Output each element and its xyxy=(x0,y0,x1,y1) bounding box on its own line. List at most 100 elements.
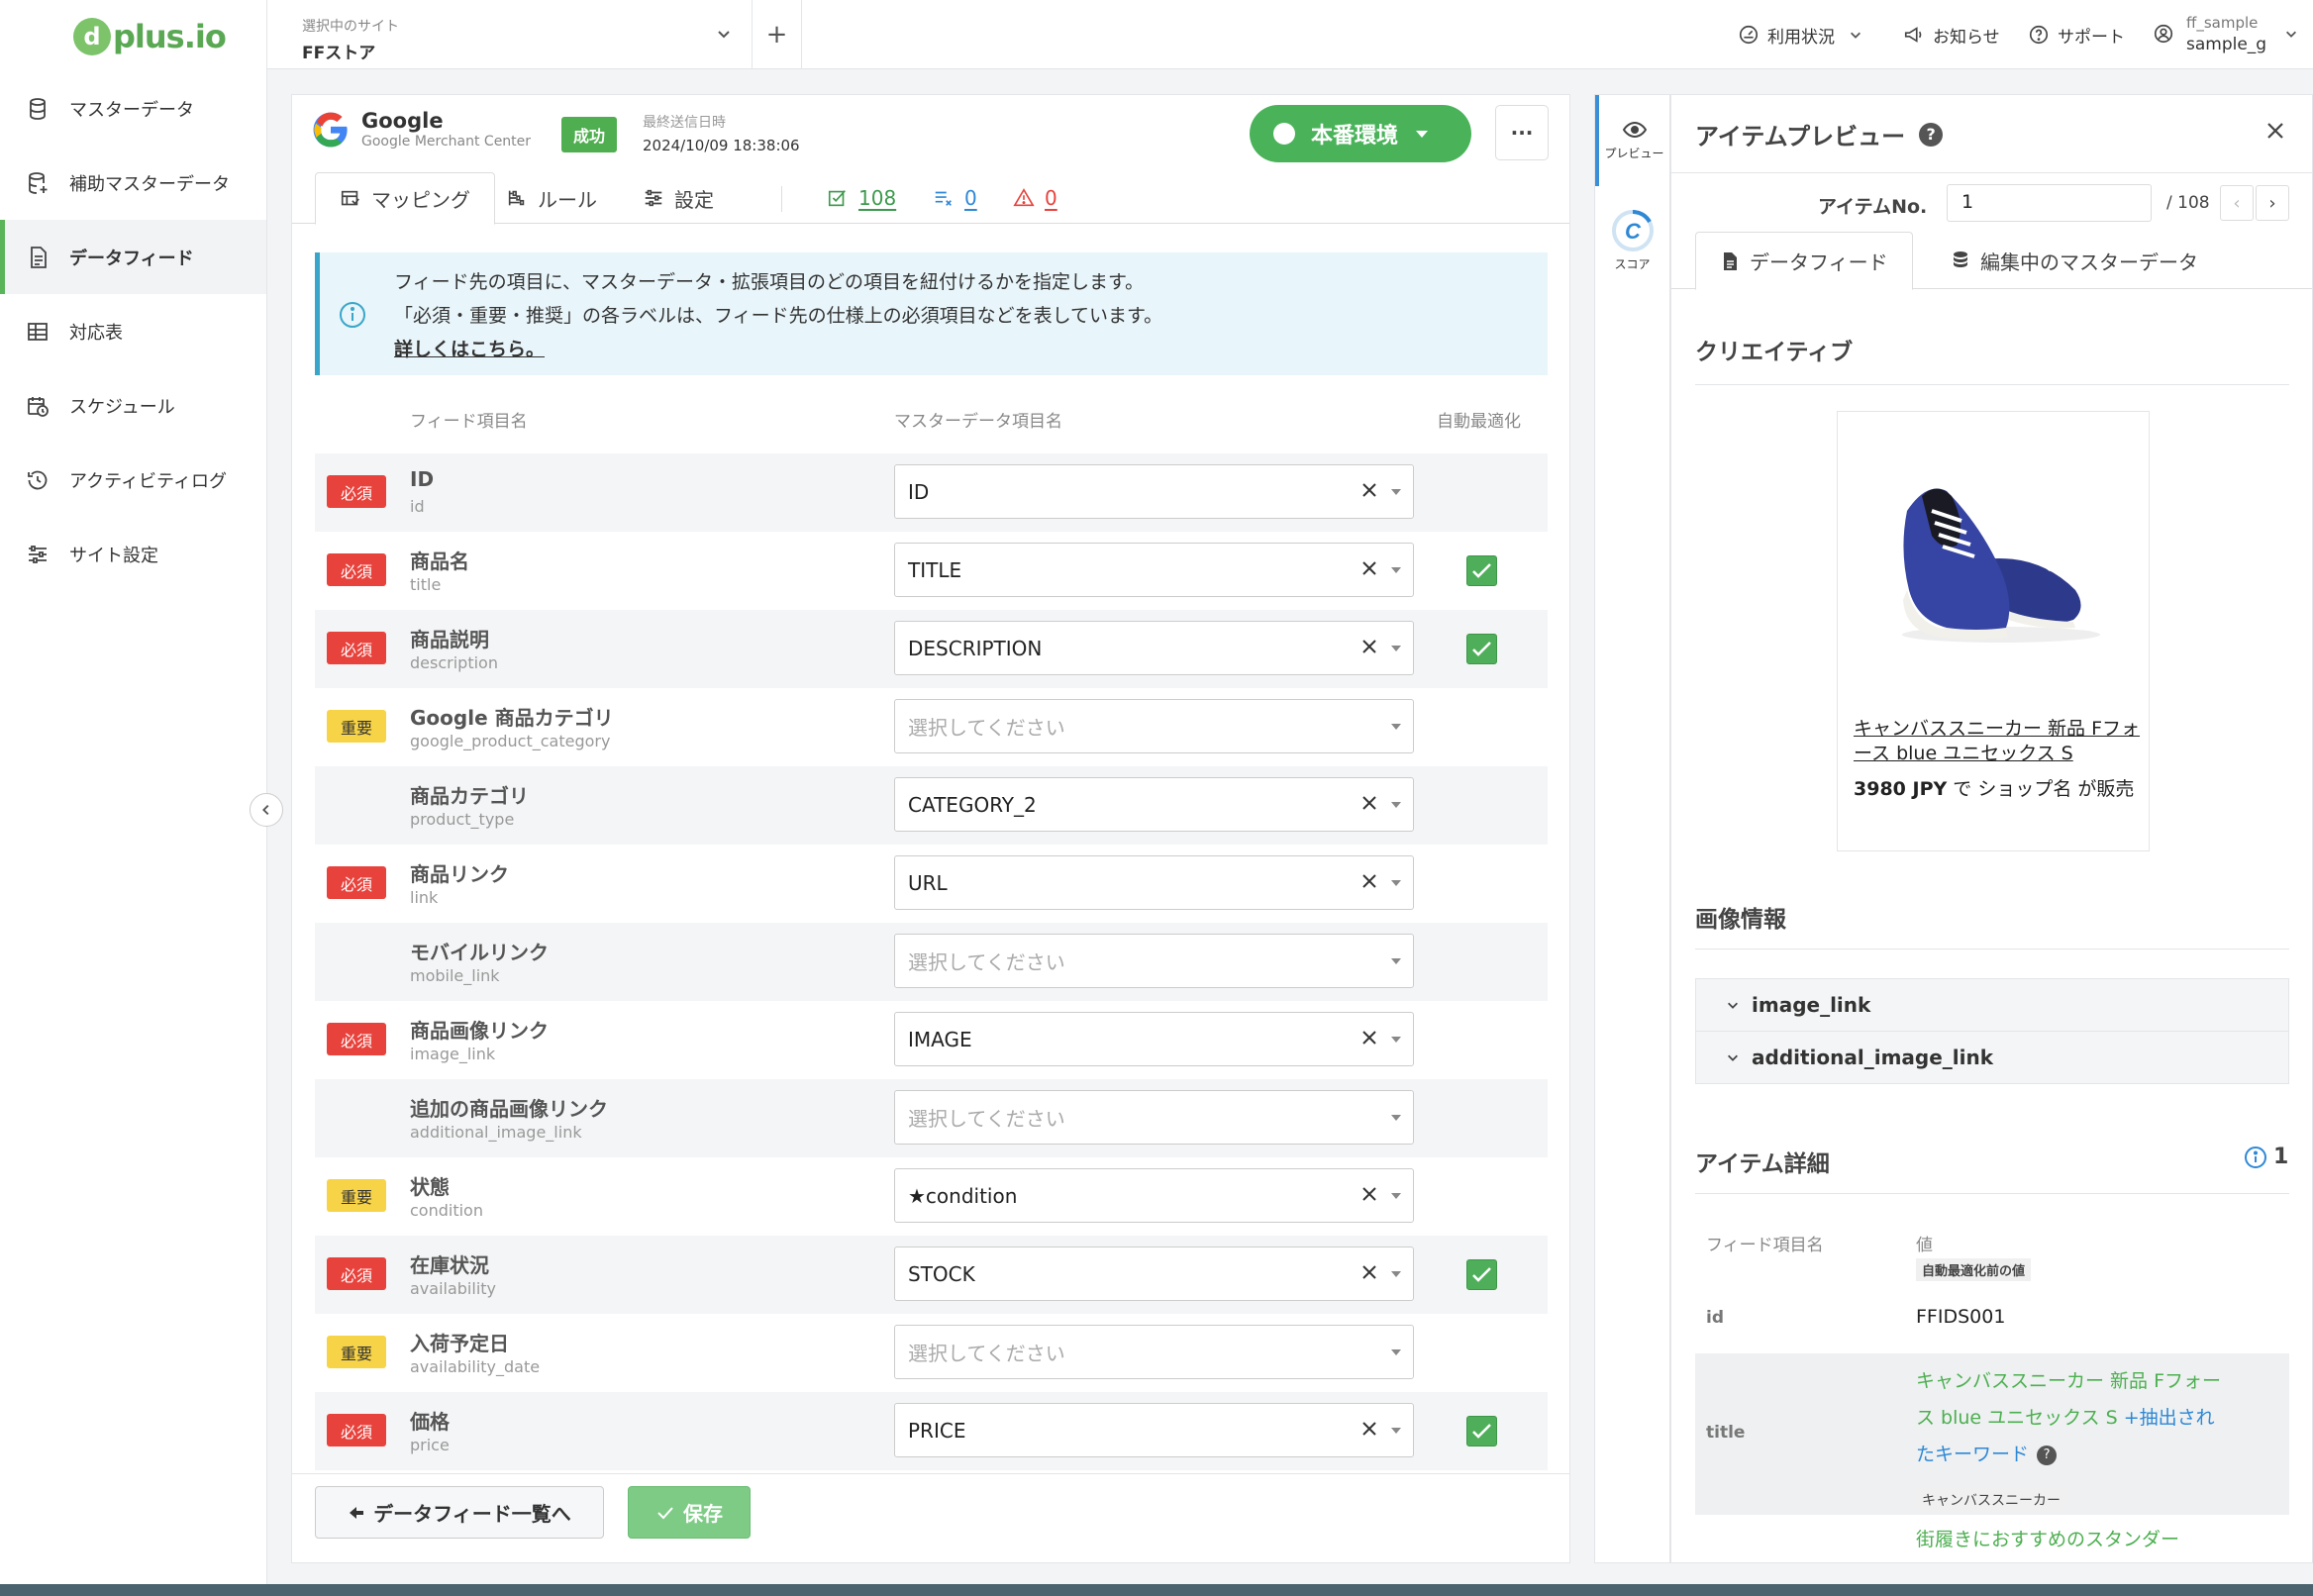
user-menu[interactable]: ff_sample sample_g xyxy=(2153,12,2298,55)
clear-icon[interactable] xyxy=(1361,1421,1377,1437)
sidebar-item-data-feed[interactable]: データフィード xyxy=(0,220,266,294)
clear-icon[interactable] xyxy=(1361,1030,1377,1046)
warning-count: 0 xyxy=(1045,186,1057,210)
site-selector[interactable]: 選択中のサイト FFストア xyxy=(267,0,753,69)
clear-icon[interactable] xyxy=(1361,639,1377,654)
chevron-down-icon xyxy=(1851,32,1860,39)
creative-section-title: クリエイティブ xyxy=(1695,340,1854,365)
sidebar-item-activity-log[interactable]: アクティビティログ xyxy=(0,443,266,517)
requirement-badge: 重要 xyxy=(327,1179,386,1212)
support-link[interactable]: サポート xyxy=(2028,22,2125,48)
feed-item-key: mobile_link xyxy=(410,966,500,985)
next-item-button[interactable]: › xyxy=(2256,185,2289,221)
save-button[interactable]: 保存 xyxy=(628,1486,751,1539)
item-no-input[interactable]: 1 xyxy=(1947,184,2152,222)
prev-item-button[interactable]: ‹ xyxy=(2220,185,2254,221)
more-button[interactable]: ··· xyxy=(1495,105,1549,160)
select-value: 選択してください xyxy=(908,716,1065,740)
clear-icon[interactable] xyxy=(1361,1186,1377,1202)
tab-preview-master[interactable]: 編集中のマスターデータ xyxy=(1951,232,2198,289)
tab-preview-feed[interactable]: データフィード xyxy=(1695,232,1913,290)
title-original-value: キャンバススニーカー xyxy=(1916,1488,2066,1512)
clear-icon[interactable] xyxy=(1361,795,1377,811)
detail-key: title xyxy=(1706,1423,1746,1443)
sidebar-item-schedule[interactable]: スケジュール xyxy=(0,368,266,443)
check-icon xyxy=(1472,642,1491,656)
check-square-icon xyxy=(828,190,846,207)
info-box: フィード先の項目に、マスターデータ・拡張項目のどの項目を紐付けるかを指定します。… xyxy=(315,252,1548,375)
master-item-select[interactable]: TITLE xyxy=(894,543,1414,597)
site-selector-label: 選択中のサイト xyxy=(302,19,399,35)
caret-down-icon xyxy=(1391,646,1401,651)
caret-down-icon xyxy=(1391,724,1401,730)
master-item-select[interactable]: 選択してください xyxy=(894,1090,1414,1145)
database-icon xyxy=(1954,251,1967,267)
tab-rules[interactable]: ルール xyxy=(482,172,621,224)
detail-info-count[interactable]: 1 xyxy=(2244,1145,2288,1169)
score-tool-button[interactable]: C スコア xyxy=(1595,194,1669,285)
detail-table-header: フィード項目名 値 自動最適化前の値 xyxy=(1695,1209,2289,1284)
excluded-count: 0 xyxy=(964,186,977,210)
feed-item-key: additional_image_link xyxy=(410,1123,582,1142)
master-item-select[interactable]: 選択してください xyxy=(894,934,1414,988)
info-icon xyxy=(340,302,365,328)
master-item-select[interactable]: URL xyxy=(894,855,1414,910)
detail-value: 街履きにおすすめのスタンダー xyxy=(1916,1529,2180,1550)
clear-icon[interactable] xyxy=(1361,482,1377,498)
master-item-select[interactable]: 選択してください xyxy=(894,1325,1414,1379)
caret-down-icon xyxy=(1391,1428,1401,1434)
accordion-image-link[interactable]: image_link xyxy=(1695,978,2289,1032)
accordion-additional-image-link[interactable]: additional_image_link xyxy=(1695,1031,2289,1084)
notice-link[interactable]: お知らせ xyxy=(1903,22,2000,48)
megaphone-icon xyxy=(1904,27,1922,43)
mapping-row: 必須 価格 price PRICE xyxy=(315,1392,1548,1470)
preview-tool-button[interactable]: プレビュー xyxy=(1595,95,1669,186)
auto-optimize-checkbox[interactable] xyxy=(1466,1416,1497,1446)
help-icon[interactable]: ? xyxy=(2037,1445,2058,1465)
logo[interactable]: d plus.io xyxy=(73,12,227,61)
master-item-select[interactable]: IMAGE xyxy=(894,1012,1414,1066)
usage-menu[interactable]: 利用状況 xyxy=(1738,22,1862,48)
auto-optimize-checkbox[interactable] xyxy=(1466,1259,1497,1290)
warning-count-link[interactable]: 0 xyxy=(1003,172,1067,224)
close-icon[interactable] xyxy=(2263,119,2287,143)
check-icon xyxy=(1472,1267,1491,1282)
accordion-label: image_link xyxy=(1752,993,1871,1017)
master-item-select[interactable]: CATEGORY_2 xyxy=(894,777,1414,832)
feed-item-key: price xyxy=(410,1436,450,1454)
master-item-select[interactable]: PRICE xyxy=(894,1403,1414,1457)
creative-product-link[interactable]: キャンバススニーカー 新品 Fフォース blue ユニセックス S xyxy=(1854,717,2141,766)
clear-icon[interactable] xyxy=(1361,1264,1377,1280)
back-to-feed-list-button[interactable]: データフィード一覧へ xyxy=(315,1486,604,1539)
mapping-row: 必須 商品リンク link URL xyxy=(315,845,1548,923)
tab-settings[interactable]: 設定 xyxy=(619,172,738,224)
collapse-sidebar-button[interactable] xyxy=(250,793,283,827)
sidebar-item-master-data[interactable]: マスターデータ xyxy=(0,71,266,146)
add-site-button[interactable]: + xyxy=(753,0,802,69)
master-item-select[interactable]: ★condition xyxy=(894,1168,1414,1223)
sidebar-item-aux-master-data[interactable]: 補助マスターデータ xyxy=(0,146,266,220)
product-image[interactable] xyxy=(1877,451,2111,649)
feed-item-name: 商品リンク xyxy=(410,862,509,886)
auto-optimize-checkbox[interactable] xyxy=(1466,555,1497,586)
master-item-select[interactable]: STOCK xyxy=(894,1247,1414,1301)
environment-toggle-button[interactable]: 本番環境 xyxy=(1250,105,1471,162)
tab-mapping[interactable]: マッピング xyxy=(315,172,495,225)
requirement-badge: 必須 xyxy=(327,1414,386,1446)
excluded-count-link[interactable]: 0 xyxy=(923,172,987,224)
caret-down-icon xyxy=(1416,130,1429,138)
master-item-select[interactable]: ID xyxy=(894,464,1414,519)
sidebar-item-mapping-table[interactable]: 対応表 xyxy=(0,294,266,368)
sidebar-item-site-settings[interactable]: サイト設定 xyxy=(0,517,266,591)
master-item-select[interactable]: DESCRIPTION xyxy=(894,621,1414,675)
feed-item-name: 商品名 xyxy=(410,549,469,573)
master-item-select[interactable]: 選択してください xyxy=(894,699,1414,753)
help-icon[interactable]: ? xyxy=(1919,122,1944,147)
items-count-link[interactable]: 108 xyxy=(817,172,906,224)
sidebar-item-label: アクティビティログ xyxy=(69,470,227,492)
feed-item-key: condition xyxy=(410,1201,483,1220)
info-more-link[interactable]: 詳しくはこちら。 xyxy=(394,333,1548,366)
auto-optimize-checkbox[interactable] xyxy=(1466,634,1497,664)
clear-icon[interactable] xyxy=(1361,560,1377,576)
clear-icon[interactable] xyxy=(1361,873,1377,889)
